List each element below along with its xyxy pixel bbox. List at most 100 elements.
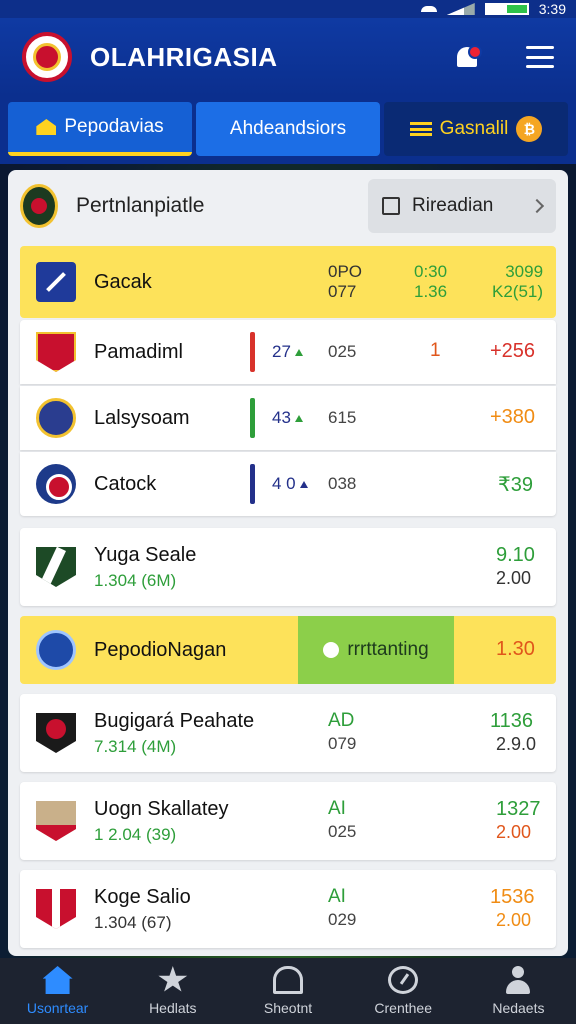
market-code: AI	[328, 886, 346, 907]
nav-highlights[interactable]: Hedlats	[115, 958, 230, 1024]
odds-value: +256	[490, 340, 536, 362]
team-badge-icon	[36, 547, 76, 587]
odds-bottom: 2.9.0	[496, 734, 537, 754]
score: 4 0	[272, 474, 308, 494]
tab-label: Gasnalil	[439, 118, 509, 139]
battery-icon	[484, 3, 529, 15]
team-name: Uogn Skallatey	[94, 797, 229, 820]
market-code: AD	[328, 710, 355, 731]
coin-badge: ₿	[516, 116, 543, 142]
form-bar	[250, 398, 255, 438]
hamburger-menu-icon[interactable]	[526, 46, 554, 68]
match-row-header[interactable]: Gacak 0PO 077 0:30 1.36 3099 K2(51)	[20, 246, 556, 318]
odds-col-2: 0:30 1.36	[414, 262, 448, 301]
team-name: Pamadiml	[94, 340, 183, 363]
panel-title: Pertnlanpiatle	[76, 194, 205, 217]
tab-pepodavias[interactable]: Pepodavias	[8, 102, 192, 156]
tab-gasnalil[interactable]: Gasnalil ₿	[384, 102, 568, 156]
team-name: Bugigará Peahate	[94, 709, 255, 732]
market-code: AI	[328, 798, 346, 819]
team-badge-icon	[36, 889, 76, 929]
tab-label: Pepodavias	[64, 116, 164, 137]
matches-panel: Pertnlanpiatle Rireadian Gacak 0PO 077 0…	[8, 170, 568, 956]
live-dot-icon	[323, 642, 340, 658]
live-status-chip[interactable]: rrrttanting	[298, 616, 454, 684]
team-badge-icon	[36, 713, 76, 753]
tab-bar: Pepodavias Ahdeandsiors Gasnalil ₿	[0, 96, 576, 164]
team-badge-icon	[36, 398, 76, 438]
odds-value: ₹39	[498, 474, 533, 496]
team-volume: 1 2.04 (39)	[94, 824, 177, 844]
match-row[interactable]: Lalsysoam 43 615 +380	[20, 386, 556, 450]
home-icon	[42, 966, 73, 994]
match-row[interactable]: Uogn Skallatey 1 2.04 (39) AI 025 1327 2…	[20, 782, 556, 860]
logo-crest-icon	[33, 43, 61, 71]
nav-label: Nedaets	[492, 1000, 545, 1016]
league-crest-icon	[20, 184, 58, 228]
form-bar	[250, 332, 255, 372]
gauge-icon	[388, 966, 419, 994]
match-row[interactable]: Pamadiml 27 025 1 +256	[20, 320, 556, 384]
trend-up-icon	[299, 481, 308, 489]
nav-stadium[interactable]: Sheotnt	[230, 958, 345, 1024]
match-row[interactable]: Catock 4 0 038 ₹39	[20, 452, 556, 516]
team-volume: 7.314 (4M)	[94, 736, 177, 756]
odds-col-1: 0PO 077	[328, 262, 363, 301]
market-value: 029	[328, 910, 357, 929]
odds-top: 9.10	[496, 544, 535, 566]
team-name: PepodioNagan	[94, 638, 227, 661]
signal-icon	[446, 3, 475, 15]
form-bar	[250, 464, 255, 504]
match-row[interactable]: Yuga Seale 1.304 (6M) 9.10 2.00	[20, 528, 556, 606]
app-header: OLAHRIGASIA	[0, 18, 576, 96]
wifi-icon	[420, 6, 437, 12]
odds-bottom: 2.00	[496, 822, 532, 842]
team-badge-icon	[36, 332, 76, 372]
team-info: Yuga Seale 1.304 (6M)	[94, 544, 196, 591]
nav-stats[interactable]: Crenthee	[346, 958, 461, 1024]
nav-home[interactable]: Usonrtear	[0, 958, 115, 1024]
score: 27	[272, 342, 303, 362]
match-row-featured[interactable]: PepodioNagan rrrttanting 1.30	[20, 616, 556, 684]
status-time: 3:39	[538, 1, 566, 17]
team-volume: 1.304 (6M)	[94, 570, 177, 590]
team-name: Yuga Seale	[94, 543, 197, 566]
stadium-icon	[273, 966, 303, 994]
select-label: Rireadian	[412, 195, 494, 216]
team-badge-icon	[36, 801, 76, 841]
change-value: 1	[430, 340, 441, 361]
match-row[interactable]: Bugigará Peahate 7.314 (4M) AD 079 1136 …	[20, 694, 556, 772]
team-name: Lalsysoam	[94, 406, 190, 429]
stack-icon	[409, 122, 432, 136]
mid-value: 038	[328, 474, 357, 493]
odds-top: 1327	[496, 798, 541, 820]
team-name: Catock	[94, 472, 157, 495]
bottom-navigation: Usonrtear Hedlats Sheotnt Crenthee Nedae…	[0, 958, 576, 1024]
market-value: 079	[328, 734, 357, 753]
team-badge-icon	[36, 464, 76, 504]
nav-label: Crenthee	[374, 1000, 432, 1016]
odds-value: +380	[490, 406, 536, 428]
user-icon	[503, 966, 533, 994]
region-select-button[interactable]: Rireadian	[368, 179, 556, 233]
tab-ahdeandsiors[interactable]: Ahdeandsiors	[196, 102, 380, 156]
odds-col-3: 3099 K2(51)	[492, 262, 544, 301]
match-row[interactable]: Koge Salio 1.304 (67) AI 029 1536 2.00	[20, 870, 556, 948]
home-icon	[36, 119, 57, 135]
chevron-right-icon	[529, 198, 545, 214]
panel-header: Pertnlanpiatle Rireadian	[20, 170, 556, 242]
nav-profile[interactable]: Nedaets	[461, 958, 576, 1024]
team-badge-icon	[36, 262, 76, 302]
mid-value: 025	[328, 342, 357, 361]
team-badge-icon	[36, 630, 76, 670]
odds-bottom: 2.00	[496, 910, 532, 930]
trend-up-icon	[294, 415, 303, 423]
market-value: 025	[328, 822, 357, 841]
star-icon	[158, 966, 188, 992]
trend-up-icon	[294, 349, 303, 357]
team-info: Uogn Skallatey 1 2.04 (39)	[94, 798, 229, 845]
nav-label: Usonrtear	[26, 1000, 89, 1016]
club-logo[interactable]	[22, 32, 72, 82]
team-name: Gacak	[94, 270, 152, 293]
notification-bell-icon[interactable]	[454, 43, 482, 71]
